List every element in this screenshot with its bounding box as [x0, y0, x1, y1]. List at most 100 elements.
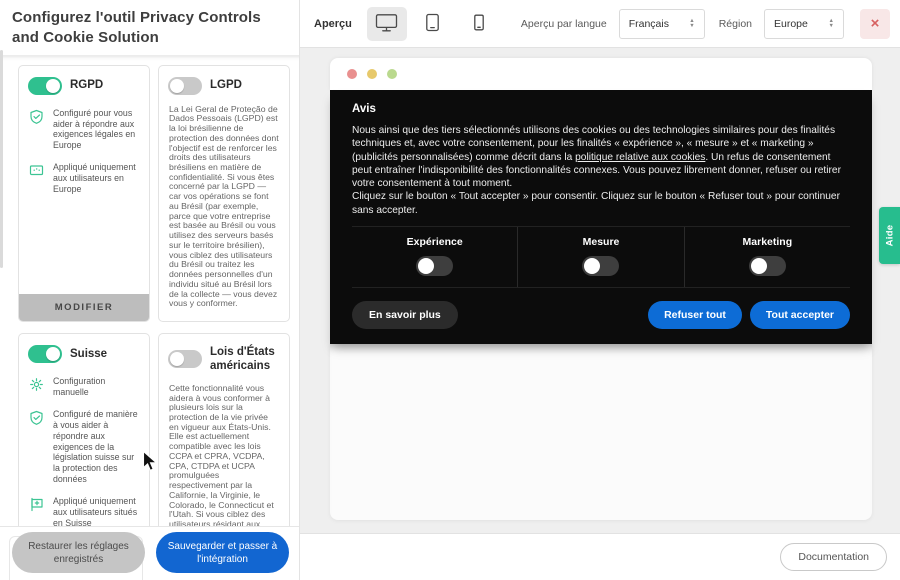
flag-plus-icon [29, 497, 44, 512]
item-text: Configuré de manière à vous aider à répo… [53, 408, 138, 485]
shield-check-icon [29, 109, 44, 124]
mockup-page-body [330, 343, 872, 520]
consent-banner-actions: En savoir plus Refuser tout Tout accepte… [352, 300, 850, 329]
cards-scroll-area[interactable]: RGPD Configuré pour vous aider à répondr… [0, 54, 299, 526]
panel-header: Configurez l'outil Privacy Controls and … [0, 0, 299, 55]
card-rgpd-head: RGPD [19, 66, 149, 99]
list-item: Configuré pour vous aider à répondre aux… [29, 108, 139, 152]
device-tablet-button[interactable] [413, 7, 453, 41]
left-footer: Restaurer les réglages enregistrés Sauve… [0, 526, 299, 580]
marketing-toggle[interactable] [748, 255, 786, 276]
documentation-button[interactable]: Documentation [780, 543, 887, 571]
rgpd-toggle[interactable] [28, 76, 62, 95]
region-select[interactable]: Europe ▲ ▼ [764, 8, 844, 39]
window-dot-green [387, 69, 397, 79]
list-item: Appliqué uniquement aux utilisateurs sit… [29, 496, 139, 526]
deny-all-button[interactable]: Refuser tout [648, 300, 742, 329]
item-text: Appliqué uniquement aux utilisateurs en … [53, 162, 136, 195]
card-suisse-items: Configuration manuelle Configuré de mani… [19, 367, 149, 526]
window-dot-yellow [367, 69, 377, 79]
cards-grid: RGPD Configuré pour vous aider à répondr… [18, 64, 290, 526]
measure-toggle[interactable] [582, 255, 620, 276]
consent-category-experience: Expérience [352, 227, 517, 287]
card-rgpd: RGPD Configuré pour vous aider à répondr… [18, 64, 150, 323]
mobile-icon [473, 14, 485, 34]
experience-toggle[interactable] [416, 255, 454, 276]
item-text: Configuration manuelle [53, 376, 106, 397]
language-select-label: Aperçu par langue [520, 17, 607, 30]
card-lgpd-title: LGPD [210, 79, 242, 92]
restore-settings-button[interactable]: Restaurer les réglages enregistrés [12, 532, 145, 573]
card-rgpd-items: Configuré pour vous aider à répondre aux… [19, 99, 149, 294]
item-text: Appliqué uniquement aux utilisateurs sit… [53, 496, 138, 526]
browser-chrome [330, 58, 872, 90]
preview-toolbar: Aperçu Aperçu par langue Français ▲ ▼ Ré… [300, 0, 900, 48]
left-scrollbar[interactable] [0, 50, 3, 268]
card-rgpd-title: RGPD [70, 79, 104, 92]
us-laws-toggle[interactable] [168, 350, 202, 369]
region-select-label: Région [718, 17, 752, 30]
card-us-laws: Lois d'États américains Cette fonctionna… [158, 333, 290, 526]
language-select[interactable]: Français ▲ ▼ [618, 8, 705, 39]
preview-panel: Aperçu Aperçu par langue Français ▲ ▼ Ré… [300, 0, 900, 580]
region-select-value: Europe [774, 17, 808, 30]
learn-more-button[interactable]: En savoir plus [352, 300, 458, 329]
card-suisse-head: Suisse [19, 334, 149, 367]
list-item: Configuration manuelle [29, 376, 139, 398]
toggle-knob [584, 257, 601, 274]
browser-mockup: Avis Nous ainsi que des tiers sélectionn… [330, 58, 872, 520]
consent-category-label: Mesure [582, 235, 620, 248]
eu-flag-icon [29, 163, 44, 178]
consent-category-measure: Mesure [517, 226, 683, 287]
card-lgpd-head: LGPD [159, 66, 289, 99]
select-arrows-icon: ▲ ▼ [828, 17, 834, 29]
lgpd-toggle[interactable] [168, 76, 202, 95]
consent-categories-row: Expérience Mesure Marketing [352, 225, 850, 288]
save-and-integrate-button[interactable]: Sauvegarder et passer à l'intégration [156, 532, 289, 573]
card-us-laws-head: Lois d'États américains [159, 334, 289, 378]
shield-check-icon [29, 410, 44, 425]
desktop-icon [375, 13, 398, 35]
device-mobile-button[interactable] [459, 7, 499, 41]
toggle-knob [750, 257, 767, 274]
toggle-knob [418, 257, 435, 274]
page-title: Configurez l'outil Privacy Controls and … [12, 9, 261, 46]
right-footer: Documentation [300, 533, 900, 580]
toggle-knob [170, 352, 184, 367]
rgpd-modify-button[interactable]: MODIFIER [19, 294, 149, 322]
help-tab[interactable]: Aide [879, 207, 900, 264]
consent-banner: Avis Nous ainsi que des tiers sélectionn… [330, 90, 872, 344]
card-lgpd: LGPD La Lei Geral de Proteção de Dados P… [158, 64, 290, 323]
gear-icon [29, 377, 44, 392]
accept-all-button[interactable]: Tout accepter [749, 300, 850, 329]
item-text: Configuré pour vous aider à répondre aux… [53, 107, 136, 151]
card-suisse: Suisse Configuration manuelle Configuré … [18, 333, 150, 526]
consent-banner-title: Avis [352, 103, 376, 115]
card-us-laws-title: Lois d'États américains [210, 346, 275, 373]
device-desktop-button[interactable] [366, 6, 407, 41]
card-suisse-title: Suisse [70, 347, 108, 360]
consent-category-label: Marketing [742, 235, 793, 248]
consent-category-marketing: Marketing [683, 226, 850, 287]
consent-category-label: Expérience [406, 235, 463, 248]
consent-cta-line: Cliquez sur le bouton « Tout accepter » … [352, 191, 840, 216]
list-item: Appliqué uniquement aux utilisateurs en … [29, 162, 139, 195]
toggle-knob [170, 78, 184, 93]
settings-panel: Configurez l'outil Privacy Controls and … [0, 0, 300, 580]
privacy-configurator-app: Configurez l'outil Privacy Controls and … [0, 0, 900, 580]
tablet-icon [425, 13, 440, 35]
suisse-toggle[interactable] [28, 345, 62, 364]
toggle-knob [46, 347, 60, 362]
close-preview-button[interactable]: × [860, 8, 890, 39]
window-dot-red [347, 69, 357, 79]
language-select-value: Français [628, 17, 669, 30]
preview-area: Avis Nous ainsi que des tiers sélectionn… [300, 48, 900, 533]
close-icon: × [870, 15, 880, 32]
card-us-laws-description: Cette fonctionnalité vous aidera à vous … [169, 382, 274, 526]
cookie-policy-link[interactable]: politique relative aux cookies [575, 152, 705, 163]
list-item: Configuré de manière à vous aider à répo… [29, 409, 139, 485]
card-lgpd-description: La Lei Geral de Proteção de Dados Pessoa… [169, 103, 279, 309]
select-arrows-icon: ▲ ▼ [689, 17, 695, 29]
consent-banner-text: Nous ainsi que des tiers sélectionnés ut… [352, 125, 841, 216]
help-tab-label: Aide [884, 224, 896, 247]
